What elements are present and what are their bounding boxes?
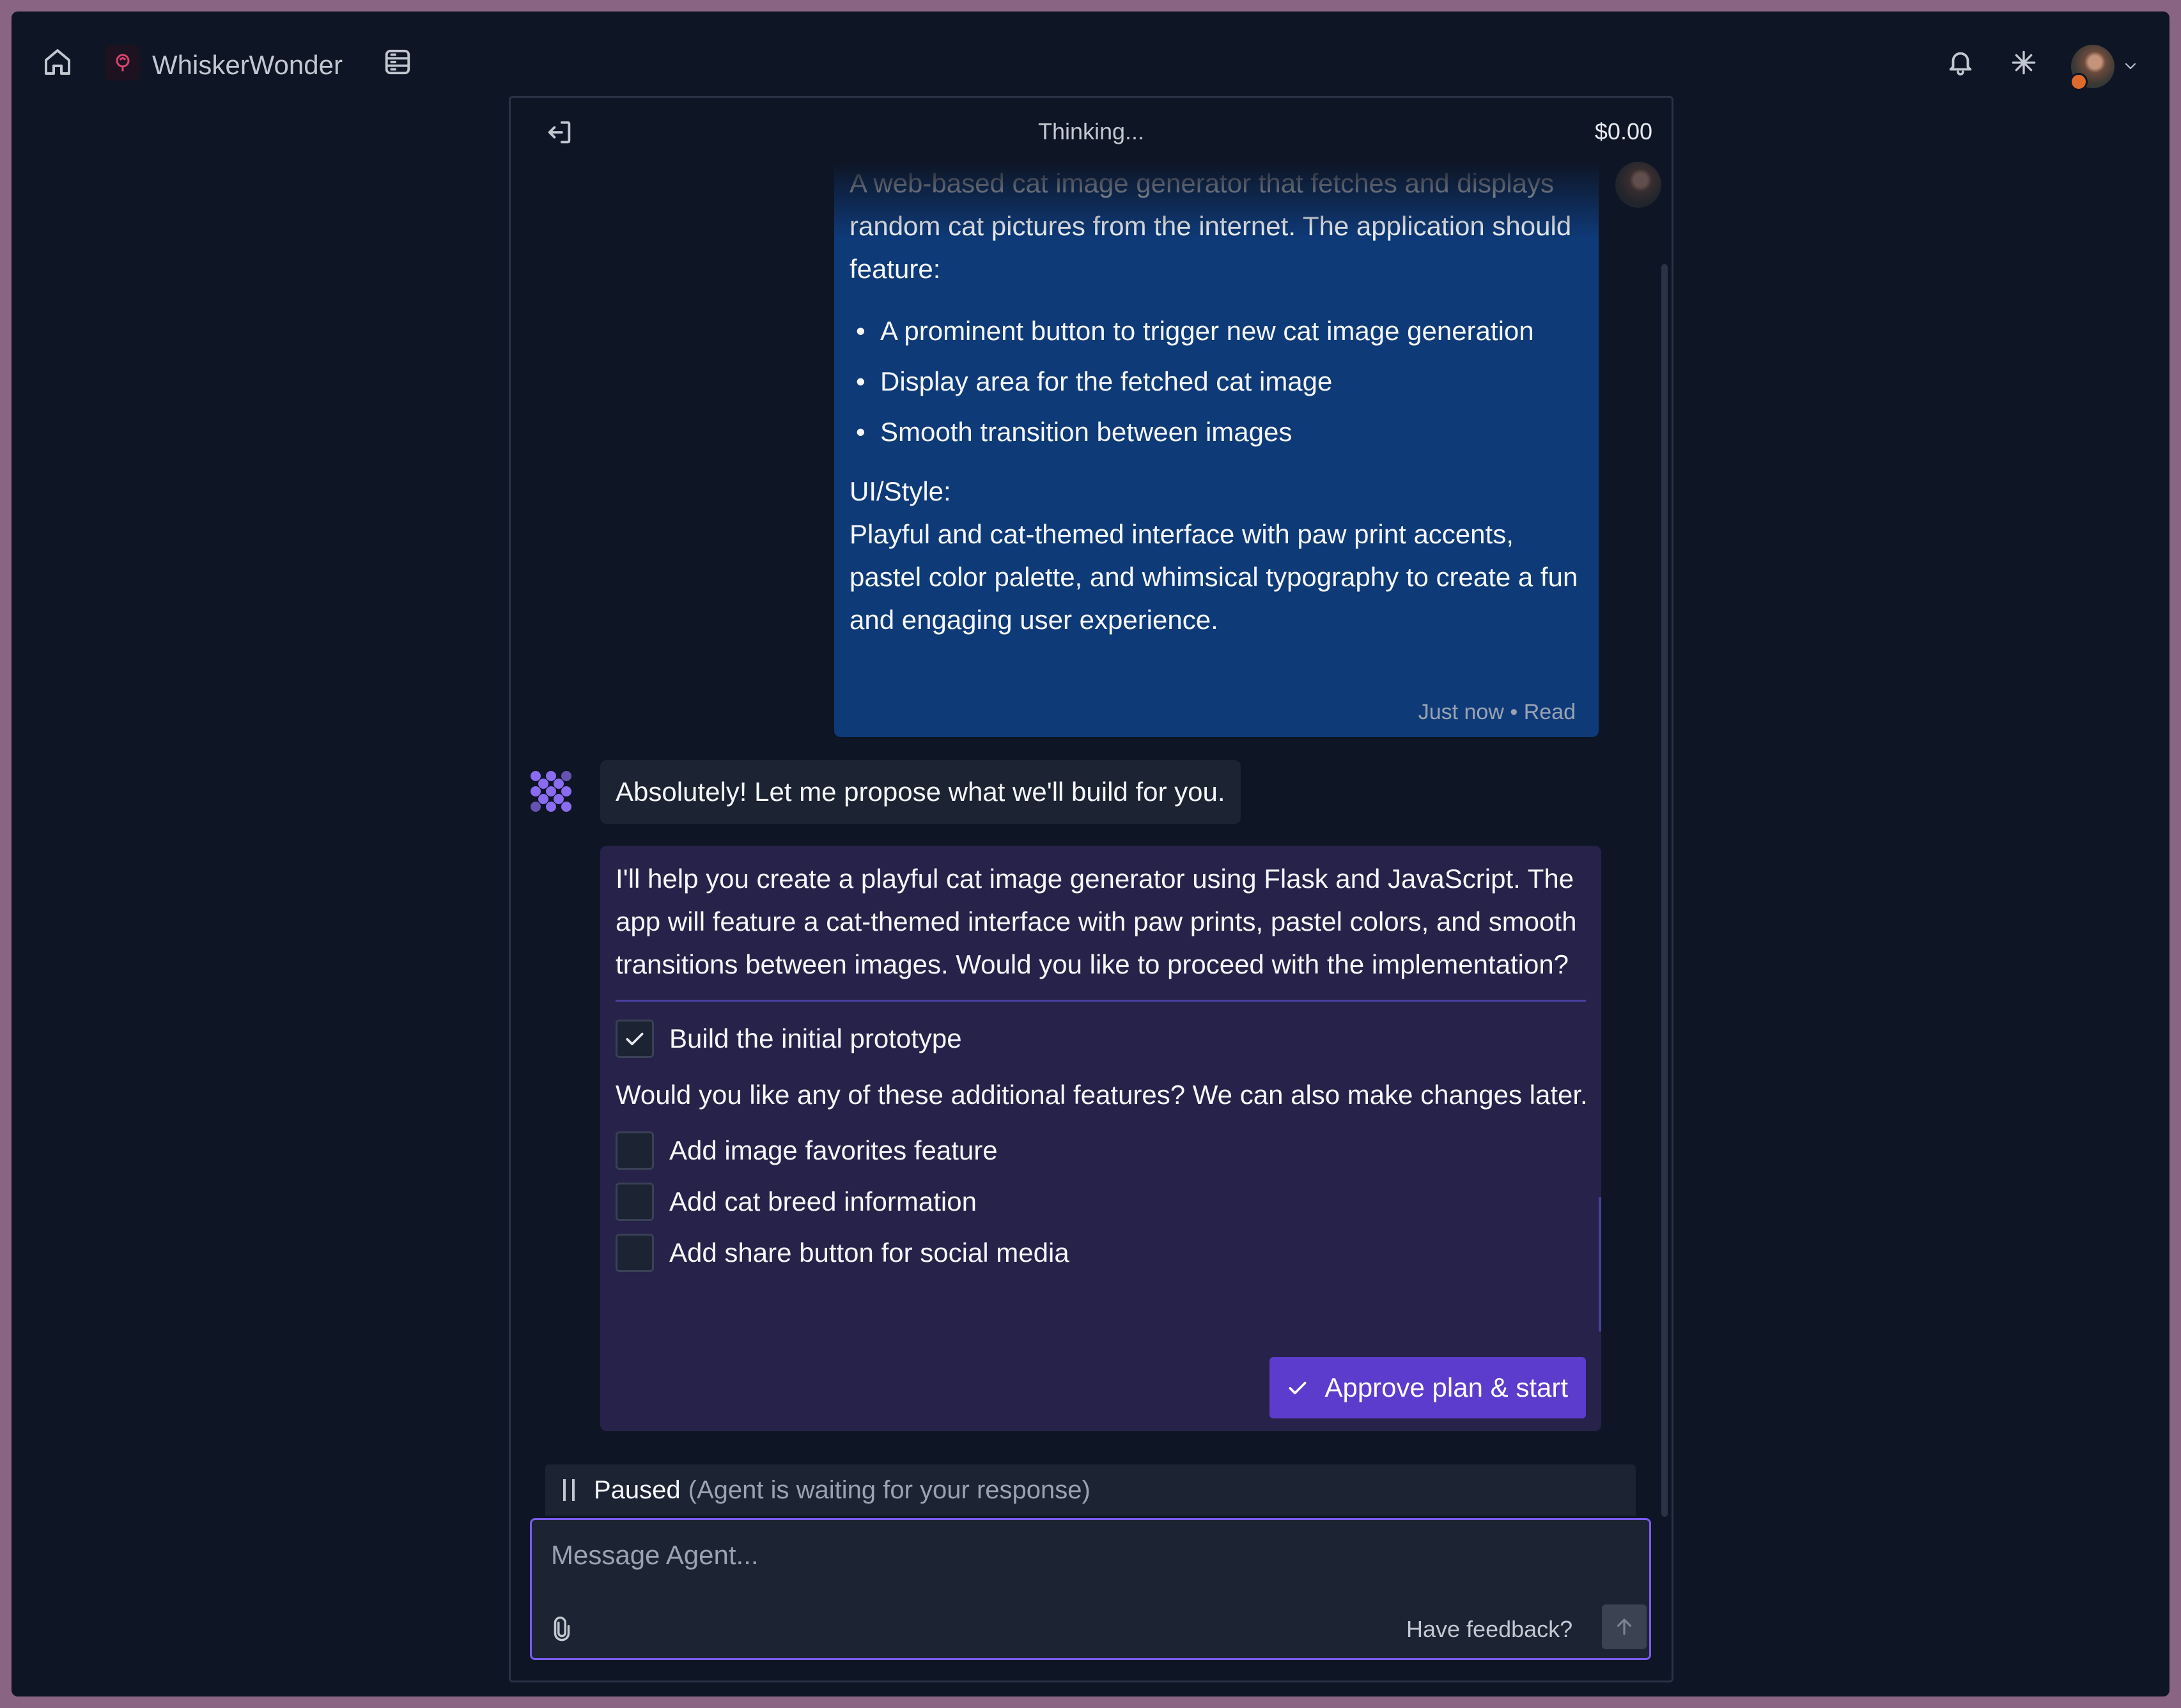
- pause-icon: [563, 1479, 575, 1501]
- style-text: Playful and cat-themed interface with pa…: [850, 519, 1578, 635]
- option-label: Add share button for social media: [669, 1238, 1069, 1268]
- option-favorites[interactable]: Add image favorites feature: [616, 1125, 1586, 1176]
- agent-status: Thinking...: [1037, 118, 1145, 144]
- user-message: A web-based cat image generator that fet…: [834, 162, 1599, 737]
- meta-separator: •: [1510, 700, 1524, 724]
- panel-header: Thinking... $0.00: [511, 98, 1672, 162]
- checkbox[interactable]: [616, 1234, 654, 1272]
- top-bar: WhiskerWonder: [12, 12, 2169, 107]
- app-name[interactable]: WhiskerWonder: [152, 50, 343, 81]
- usage-cost: $0.00: [1594, 118, 1652, 144]
- checkbox-checked[interactable]: [616, 1020, 654, 1058]
- message-input[interactable]: [551, 1533, 1446, 1578]
- paused-status-bar: Paused (Agent is waiting for your respon…: [545, 1464, 1636, 1516]
- option-breed-info[interactable]: Add cat breed information: [616, 1176, 1586, 1227]
- agent-reply: Absolutely! Let me propose what we'll bu…: [600, 760, 1241, 824]
- approve-label: Approve plan & start: [1324, 1372, 1568, 1402]
- notification-bell-icon[interactable]: [1941, 42, 1980, 82]
- option-label: Add image favorites feature: [669, 1135, 998, 1165]
- home-icon[interactable]: [40, 44, 75, 80]
- agent-logo-icon: [530, 770, 572, 812]
- plan-intro: I'll help you create a playful cat image…: [616, 864, 1577, 979]
- option-build-prototype[interactable]: Build the initial prototype: [616, 1013, 1586, 1064]
- paperclip-icon[interactable]: [546, 1613, 578, 1645]
- option-label: Add cat breed information: [669, 1186, 977, 1216]
- send-button[interactable]: [1602, 1604, 1647, 1649]
- plan-scroll-edge: [1599, 1197, 1601, 1331]
- database-icon[interactable]: [380, 44, 415, 80]
- chevron-down-icon[interactable]: [2121, 56, 2140, 75]
- paused-detail: (Agent is waiting for your response): [688, 1475, 1090, 1504]
- user-message-intro: A web-based cat image generator that fet…: [850, 168, 1572, 284]
- additional-features-question: Would you like any of these additional f…: [616, 1080, 1588, 1110]
- paused-label: Paused: [594, 1475, 681, 1504]
- read-status: Read: [1523, 700, 1576, 724]
- option-label: Build the initial prototype: [669, 1023, 962, 1053]
- checkbox[interactable]: [616, 1131, 654, 1170]
- option-share-button[interactable]: Add share button for social media: [616, 1227, 1586, 1278]
- divider: [616, 1000, 1586, 1002]
- user-feature-list: A prominent button to trigger new cat im…: [850, 306, 1583, 457]
- style-heading: UI/Style:: [850, 476, 951, 506]
- list-item: A prominent button to trigger new cat im…: [850, 306, 1583, 356]
- message-time: Just now: [1418, 700, 1504, 724]
- app-window: WhiskerWonder Thinking... $0.00 A web-ba…: [12, 12, 2169, 1696]
- check-icon: [1289, 1381, 1307, 1395]
- app-logo-icon[interactable]: [105, 45, 141, 81]
- avatar-status-badge: [2070, 73, 2088, 91]
- feedback-link[interactable]: Have feedback?: [1406, 1616, 1572, 1643]
- checkbox[interactable]: [616, 1183, 654, 1221]
- user-message-avatar: [1615, 162, 1661, 208]
- approve-plan-button[interactable]: Approve plan & start: [1269, 1357, 1586, 1418]
- sparkle-icon[interactable]: [2005, 43, 2043, 82]
- plan-card: I'll help you create a playful cat image…: [600, 846, 1601, 1431]
- message-meta: Just now • Read: [1418, 700, 1576, 725]
- agent-panel: Thinking... $0.00 A web-based cat image …: [509, 96, 1673, 1682]
- list-item: Smooth transition between images: [850, 407, 1583, 457]
- arrow-up-icon: [1617, 1619, 1632, 1635]
- message-composer: Have feedback?: [530, 1518, 1651, 1660]
- list-item: Display area for the fetched cat image: [850, 356, 1583, 407]
- chat-scrollbar[interactable]: [1661, 264, 1668, 1517]
